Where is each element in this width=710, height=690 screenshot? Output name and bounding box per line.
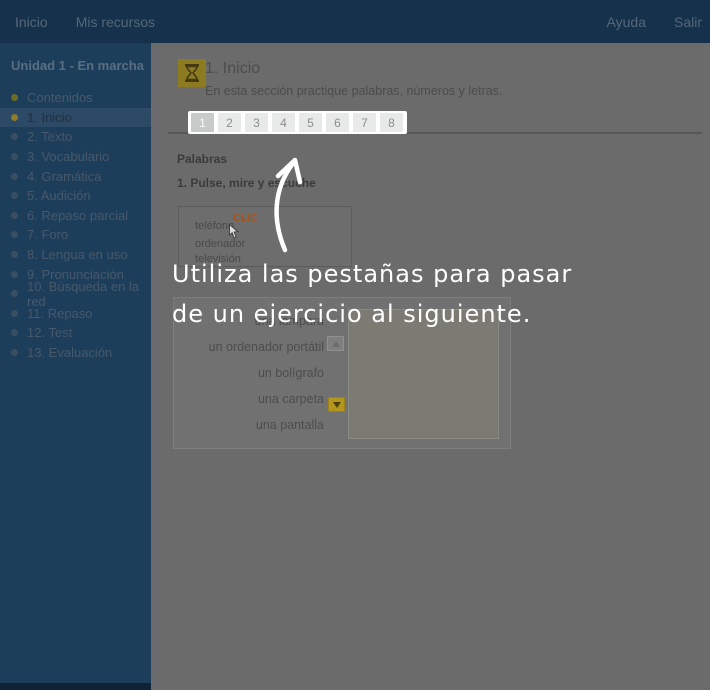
sidebar-item-label: 10. Búsqueda en la red [27,279,151,309]
tab-8[interactable]: 8 [380,113,403,132]
nav-item-mis-recursos[interactable]: Mis recursos [76,14,155,30]
sidebar-item-label: 7. Foro [27,227,68,242]
word-item[interactable]: una pantalla [174,412,324,438]
sidebar-item-label: 12. Test [27,325,72,340]
word-item[interactable]: un ordenador portátil [174,334,324,360]
sidebar-item-label: 13. Evaluación [27,345,112,360]
sidebar-item-label: 5. Audición [27,188,91,203]
mouse-cursor-icon [228,224,239,239]
tab-1[interactable]: 1 [191,113,214,132]
tutorial-text-line2: de un ejercicio al siguiente. [172,300,531,328]
clic-hint: CLIC [233,213,258,224]
bullet-icon [11,251,18,258]
bullet-icon [11,133,18,140]
tab-3[interactable]: 3 [245,113,268,132]
sidebar-item-vocabulario[interactable]: 3. Vocabulario [0,147,151,167]
bullet-icon [11,271,18,278]
bullet-icon [11,310,18,317]
sidebar-item-evaluacion[interactable]: 13. Evaluación [0,343,151,363]
sidebar-item-label: 4. Gramática [27,169,101,184]
subsection-title: Palabras [177,152,227,166]
sidebar-item-inicio[interactable]: 1. Inicio [0,108,151,128]
hourglass-icon [178,59,206,87]
nav-item-inicio[interactable]: Inicio [15,14,48,30]
sidebar-item-contenidos[interactable]: Contenidos [0,88,151,108]
bullet-icon [11,94,18,101]
sidebar-footer-strip [0,683,151,690]
page-title: 1. Inicio [205,60,260,78]
sidebar-item-label: 11. Repaso [27,306,93,321]
bullet-icon [11,329,18,336]
navbar-left-group: Inicio Mis recursos [15,14,155,30]
navbar-right-group: Ayuda Salir [607,14,702,30]
bullet-icon [11,290,18,297]
sidebar-item-busqueda-en-la-red[interactable]: 10. Búsqueda en la red [0,284,151,304]
sidebar-item-repaso-parcial[interactable]: 6. Repaso parcial [0,206,151,226]
bullet-icon [11,153,18,160]
sidebar-unit-title: Unidad 1 - En marcha [11,58,151,73]
page-description: En esta sección practique palabras, núme… [205,84,502,98]
bullet-icon [11,231,18,238]
tab-7[interactable]: 7 [353,113,376,132]
bullet-icon [11,349,18,356]
sidebar-item-label: 1. Inicio [27,110,72,125]
sidebar-item-texto[interactable]: 2. Texto [0,127,151,147]
word-item[interactable]: ordenador [195,238,245,250]
sidebar-item-foro[interactable]: 7. Foro [0,225,151,245]
exercise-tabs-highlight: 1 2 3 4 5 6 7 8 [188,111,407,134]
bullet-icon [11,192,18,199]
word-item[interactable]: una carpeta [174,386,324,412]
top-navbar: Inicio Mis recursos Ayuda Salir [0,0,710,43]
nav-item-ayuda[interactable]: Ayuda [607,14,646,30]
sidebar-item-audicion[interactable]: 5. Audición [0,186,151,206]
sidebar-item-label: 2. Texto [27,129,72,144]
tab-6[interactable]: 6 [326,113,349,132]
tab-4[interactable]: 4 [272,113,295,132]
nav-item-salir[interactable]: Salir [674,14,702,30]
tutorial-arrow-icon [258,146,312,263]
tab-2[interactable]: 2 [218,113,241,132]
sidebar: Unidad 1 - En marcha Contenidos 1. Inici… [0,43,151,690]
sidebar-item-label: 3. Vocabulario [27,149,109,164]
bullet-icon [11,212,18,219]
tutorial-text-line1: Utiliza las pestañas para pasar [172,260,572,288]
up-arrow-icon [332,341,340,347]
exercise-image-panel [348,309,499,439]
sidebar-item-label: 8. Lengua en uso [27,247,127,262]
tab-5[interactable]: 5 [299,113,322,132]
sidebar-item-test[interactable]: 12. Test [0,323,151,343]
bullet-icon [11,114,18,121]
sidebar-item-label: Contenidos [27,90,93,105]
down-arrow-icon [333,402,341,408]
bullet-icon [11,173,18,180]
sidebar-item-label: 6. Repaso parcial [27,208,128,223]
sidebar-item-lengua-en-uso[interactable]: 8. Lengua en uso [0,245,151,265]
scroll-down-button[interactable] [328,397,345,412]
word-item[interactable]: un bolígrafo [174,360,324,386]
sidebar-item-gramatica[interactable]: 4. Gramática [0,166,151,186]
scroll-up-button[interactable] [327,336,344,351]
